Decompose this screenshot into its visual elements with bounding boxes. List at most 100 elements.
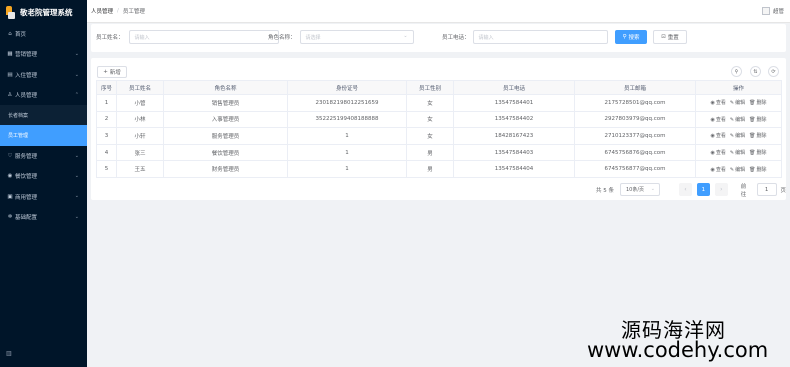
table-cell: 13547584402	[453, 110, 575, 129]
chevron-icon: ⌄	[74, 152, 79, 159]
page-number-current[interactable]: 1	[696, 183, 710, 196]
toggle-search-icon[interactable]: ⚲	[731, 66, 742, 77]
table-header-row: 序号 员工姓名 角色名称 身份证号 员工性别 员工电话 员工邮箱 操作	[96, 80, 782, 95]
trash-icon: 🗑	[749, 150, 756, 157]
sidebar-item-user[interactable]: ♙ 人员管理 ⌃	[0, 85, 87, 105]
column-header[interactable]: 序号	[96, 80, 117, 95]
goto-page-input[interactable]: 1	[756, 183, 777, 196]
employee-phone-placeholder: 请输入	[478, 34, 494, 41]
edit-button[interactable]: ✎编辑	[730, 167, 745, 173]
column-header[interactable]: 操作	[695, 80, 782, 95]
table-cell: 入事管理员	[163, 110, 288, 129]
delete-button[interactable]: 🗑删除	[749, 117, 766, 123]
edit-label: 编辑	[735, 133, 746, 140]
edit-button[interactable]: ✎编辑	[730, 133, 745, 139]
sidebar-item-grid[interactable]: ▦ 营销管理 ⌄	[0, 44, 87, 64]
column-header[interactable]: 身份证号	[287, 80, 407, 95]
next-page-button[interactable]: ›	[714, 183, 728, 196]
delete-label: 删除	[756, 100, 767, 107]
edit-button[interactable]: ✎编辑	[730, 150, 745, 156]
table-cell: 小林	[116, 110, 164, 129]
delete-button[interactable]: 🗑删除	[749, 167, 766, 173]
column-header[interactable]: 员工姓名	[116, 80, 164, 95]
collapse-sidebar-icon[interactable]: ▥	[6, 350, 12, 357]
chevron-down-icon: ⌄	[650, 186, 655, 192]
sidebar-subitem[interactable]: 长者档案	[0, 105, 87, 126]
table-cell: 5	[96, 160, 117, 178]
heart-icon: ♡	[7, 152, 13, 159]
role-select[interactable]: 请选择 ⌄	[299, 30, 414, 44]
view-label: 查看	[715, 166, 726, 173]
table-cell: 男	[406, 143, 454, 162]
column-header[interactable]: 员工电话	[453, 80, 575, 95]
edit-icon: ✎	[729, 100, 735, 107]
pagination: 共 5 条	[596, 183, 614, 196]
column-header[interactable]: 员工邮箱	[574, 80, 696, 95]
row-actions: ◉查看 ✎编辑 🗑删除	[695, 94, 782, 112]
edit-label: 编辑	[735, 116, 746, 123]
sidebar-item-document[interactable]: ▤ 入住管理 ⌄	[0, 65, 87, 85]
sidebar-item-label: 餐饮管理	[15, 174, 38, 181]
chevron-icon: ⌄	[74, 51, 79, 58]
user-name[interactable]: 超管	[773, 7, 784, 15]
search-button[interactable]: ⚲ 搜索	[615, 30, 647, 44]
goto-label: 前往	[740, 183, 747, 198]
view-label: 查看	[715, 116, 726, 123]
table-cell: 4	[96, 143, 117, 162]
view-button[interactable]: ◉查看	[711, 150, 726, 156]
sidebar-item-heart[interactable]: ♡ 服务管理 ⌄	[0, 146, 87, 166]
column-settings-icon[interactable]: ⇅	[750, 66, 761, 77]
delete-label: 删除	[756, 150, 767, 157]
column-header[interactable]: 员工性别	[406, 80, 454, 95]
avatar[interactable]	[761, 7, 770, 15]
role-name-field: 角色名称： 请选择 ⌄	[268, 30, 414, 44]
table-cell: 2	[96, 110, 117, 129]
view-button[interactable]: ◉查看	[711, 133, 726, 139]
sidebar-subitem[interactable]: 员工管理	[0, 125, 87, 146]
user-menu[interactable]: 超管	[761, 7, 784, 15]
edit-icon: ✎	[729, 116, 735, 123]
page-size-select[interactable]: 10条/页 ⌄	[620, 183, 660, 196]
search-button-label: 搜索	[628, 35, 640, 41]
table-row: 4 张三 餐饮管理员 1 男 13547584403 6745756876@qq.com ◉查…	[96, 143, 782, 162]
view-button[interactable]: ◉查看	[711, 100, 726, 106]
sidebar-item-cart[interactable]: ▣ 商用管理 ⌄	[0, 186, 87, 206]
table-cell: 352225199408188888	[287, 110, 407, 129]
employee-name-input[interactable]: 请输入	[128, 30, 279, 44]
app-logo-row: 敬老院管理系统	[0, 0, 87, 24]
employee-phone-input[interactable]: 请输入	[472, 30, 608, 44]
column-header[interactable]: 角色名称	[163, 80, 288, 95]
table-row: 2 小林 入事管理员 352225199408188888 女 13547584402 29…	[96, 110, 782, 129]
edit-label: 编辑	[735, 100, 746, 107]
chevron-icon: ⌄	[74, 71, 79, 78]
prev-page-button[interactable]: ‹	[679, 183, 692, 196]
table-cell: 女	[406, 94, 454, 112]
delete-button[interactable]: 🗑删除	[749, 100, 766, 106]
sidebar-item-meal[interactable]: ◉ 餐饮管理 ⌄	[0, 166, 87, 186]
add-employee-button[interactable]: + 新增	[97, 66, 127, 78]
delete-button[interactable]: 🗑删除	[749, 133, 766, 139]
view-label: 查看	[715, 133, 726, 140]
view-button[interactable]: ◉查看	[711, 167, 726, 173]
refresh-icon[interactable]: ⟳	[768, 66, 779, 77]
edit-label: 编辑	[735, 166, 746, 173]
edit-button[interactable]: ✎编辑	[730, 100, 745, 106]
table-cell: 服务管理员	[163, 127, 288, 145]
delete-button[interactable]: 🗑删除	[749, 150, 766, 156]
edit-button[interactable]: ✎编辑	[730, 117, 745, 123]
breadcrumb-separator: /	[117, 8, 119, 14]
table-row: 1 小管 销售管理员 230182198012251659 女 13547584401 21…	[96, 94, 782, 112]
table-cell: 18428167423	[453, 127, 575, 145]
sidebar-item-gear[interactable]: ✲ 基础配置 ⌄	[0, 207, 87, 227]
table-cell: 3	[96, 127, 117, 145]
employee-phone-label: 员工电话：	[442, 35, 470, 41]
sidebar-item-home[interactable]: ⌂ 首页	[0, 24, 87, 44]
table-cell: 女	[406, 110, 454, 129]
total-count: 共 5 条	[596, 187, 614, 194]
breadcrumb-item-personnel[interactable]: 人员管理	[91, 7, 113, 15]
search-panel: 员工姓名： 请输入 角色名称： 请选择 ⌄ 员工电话： 请输入 ⚲ 搜索 ⊡ 重…	[91, 24, 786, 52]
reset-button[interactable]: ⊡ 重置	[653, 30, 687, 44]
view-button[interactable]: ◉查看	[711, 117, 726, 123]
role-select-placeholder: 请选择	[305, 34, 321, 41]
trash-icon: 🗑	[749, 133, 756, 140]
